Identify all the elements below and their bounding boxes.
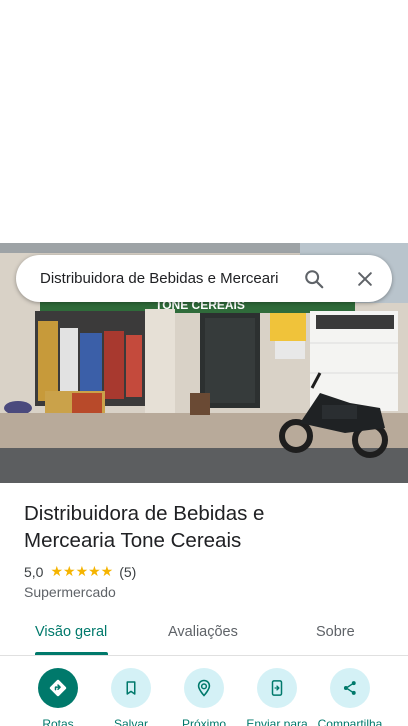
place-category: Supermercado [24,584,116,600]
bookmark-icon [126,681,136,695]
save-button[interactable]: Salvar [91,668,171,726]
send-to-phone-label: Enviar para [246,717,308,726]
nearby-icon [197,679,211,697]
send-to-phone-button[interactable]: Enviar para [237,668,317,726]
tab-overview[interactable]: Visão geral [35,624,107,640]
place-tabs: Visão geral Avaliações Sobre [0,612,408,656]
tab-about[interactable]: Sobre [316,624,355,640]
directions-button[interactable]: Rotas [18,668,98,726]
rating-value: 5,0 [24,563,44,580]
share-icon [343,681,356,695]
action-buttons: Rotas Salvar Próximo Enviar para Compart… [0,668,408,726]
review-count: (5) [119,563,137,580]
directions-label: Rotas [42,717,74,726]
nearby-button[interactable]: Próximo [164,668,244,726]
place-title-line-1: Distribuidora de Bebidas e [24,502,265,525]
place-title-line-2: Mercearia Tone Cereais [24,529,242,552]
clear-search-button[interactable] [352,266,378,292]
share-button[interactable]: Compartilha [310,668,390,726]
nearby-label: Próximo [181,717,226,726]
search-button[interactable] [301,266,327,292]
map-blank-area [0,0,408,243]
share-label: Compartilha [317,717,383,726]
send-to-phone-icon [271,680,283,696]
save-label: Salvar [113,717,148,726]
search-query-text[interactable]: Distribuidora de Bebidas e Merceari [40,270,290,287]
search-bar[interactable]: Distribuidora de Bebidas e Merceari [16,255,392,302]
tab-reviews[interactable]: Avaliações [168,624,238,640]
star-rating-icon: ★★★★★ [50,563,114,579]
rating-row[interactable]: 5,0 ★★★★★ (5) [24,563,136,580]
place-title: Distribuidora de Bebidas e Mercearia Ton… [24,500,384,554]
close-icon [358,272,372,286]
directions-icon [49,679,67,697]
active-tab-indicator [35,652,108,655]
search-icon [305,270,324,289]
